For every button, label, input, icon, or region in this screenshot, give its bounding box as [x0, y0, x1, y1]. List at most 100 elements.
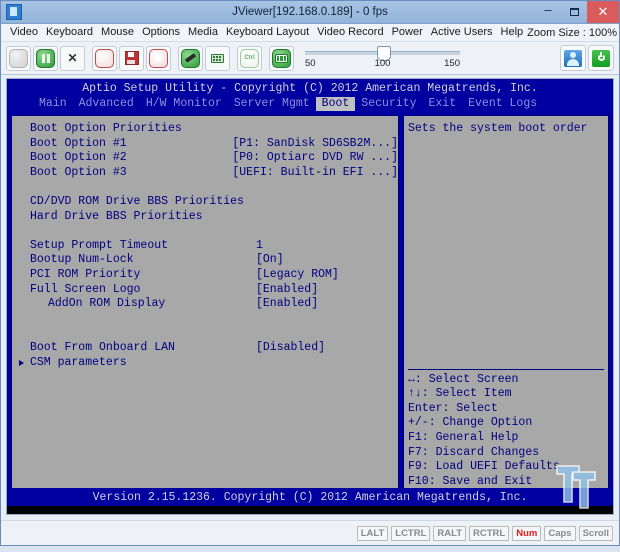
boot-option-3-label: Boot Option #3: [30, 165, 127, 179]
menu-keyboard-label: Keyboard: [45, 26, 94, 38]
cd-dvd-bbs-priorities[interactable]: CD/DVD ROM Drive BBS Priorities: [12, 195, 398, 210]
bootup-num-lock-value: [On]: [256, 253, 284, 267]
menu-help[interactable]: Help: [497, 24, 528, 41]
keyboard-button[interactable]: [205, 45, 230, 71]
legend-change-option: +/-: Change Option: [408, 416, 533, 430]
help-text: Sets the system boot order: [408, 122, 588, 135]
menu-media[interactable]: Media: [184, 24, 222, 41]
jviewer-window: JViewer[192.168.0.189] - 0 fps – ✕ Video…: [0, 0, 620, 546]
floppy-disk-icon: [124, 51, 139, 65]
addon-rom-display-value: [Enabled]: [256, 297, 319, 311]
stop-record-button[interactable]: [92, 45, 117, 71]
menu-keyboard-layout-label: Keyboard Layout: [225, 26, 310, 38]
record-icon: [149, 48, 168, 68]
section-title-label: Boot Option Priorities: [30, 122, 182, 135]
tab-boot[interactable]: Boot: [315, 97, 356, 111]
setup-prompt-timeout-value: 1: [256, 238, 263, 252]
full-screen-logo-value: [Enabled]: [256, 282, 319, 296]
menu-options[interactable]: Options: [138, 24, 184, 41]
window-controls: – ✕: [535, 1, 619, 23]
bootup-num-lock-label: Bootup Num-Lock: [30, 253, 134, 267]
fullscreen-button[interactable]: ✕: [60, 45, 85, 71]
pen-icon: [181, 48, 200, 68]
power-button[interactable]: [588, 45, 614, 71]
addon-rom-display[interactable]: AddOn ROM Display [Enabled]: [12, 297, 398, 312]
maximize-icon: [569, 8, 579, 16]
power-icon: [592, 49, 610, 67]
status-lctrl[interactable]: LCTRL: [391, 525, 431, 541]
bootup-num-lock[interactable]: Bootup Num-Lock [On]: [12, 253, 398, 268]
boot-option-3-value: [UEFI: Built-in EFI ...]: [232, 165, 398, 179]
status-scroll[interactable]: Scroll: [578, 525, 613, 541]
status-caps[interactable]: Caps: [544, 525, 576, 541]
minimize-button[interactable]: –: [535, 1, 561, 23]
status-num[interactable]: Num: [512, 525, 542, 541]
menu-active-users-label: Active Users: [430, 26, 493, 38]
pci-rom-priority[interactable]: PCI ROM Priority [Legacy ROM]: [12, 268, 398, 283]
maximize-button[interactable]: [561, 1, 587, 23]
virtual-keyboard-button[interactable]: [269, 45, 294, 71]
menu-video[interactable]: Video: [6, 24, 42, 41]
csm-parameters[interactable]: CSM parameters: [12, 356, 398, 371]
menu-active-users[interactable]: Active Users: [427, 24, 497, 41]
status-lalt[interactable]: LALT: [356, 525, 389, 541]
save-button[interactable]: [119, 45, 144, 71]
fullscreen-icon: ✕: [67, 51, 78, 65]
bios-title: Aptio Setup Utility - Copyright (C) 2012…: [82, 82, 538, 95]
pen-button[interactable]: [178, 45, 203, 71]
ctrl-alt-del-icon: Ctrl: [240, 48, 259, 68]
hard-drive-bbs-priorities[interactable]: Hard Drive BBS Priorities: [12, 210, 398, 225]
tab-security[interactable]: Security: [355, 97, 422, 111]
legend-load-defaults: F9: Load UEFI Defaults: [408, 460, 560, 474]
key-legend: ↔: Select Screen ↑↓: Select Item Enter: …: [408, 368, 604, 504]
setup-prompt-timeout[interactable]: Setup Prompt Timeout 1: [12, 239, 398, 254]
menu-video-record-label: Video Record: [317, 26, 384, 38]
boot-option-2-value: [P0: Optiarc DVD RW ...]: [232, 151, 398, 165]
boot-option-1[interactable]: Boot Option #1 [P1: SanDisk SD6SB2M...]: [12, 137, 398, 152]
pause-button[interactable]: [33, 45, 58, 71]
boot-from-onboard-lan[interactable]: Boot From Onboard LAN [Disabled]: [12, 341, 398, 356]
status-bar: LALT LCTRL RALT RCTRL Num Caps Scroll: [1, 520, 619, 545]
menu-power-label: Power: [391, 26, 423, 38]
legend-discard-changes: F7: Discard Changes: [408, 445, 540, 459]
bios-footer: Version 2.15.1236. Copyright (C) 2012 Am…: [7, 488, 613, 514]
bios-panes: Boot Option Priorities Boot Option #1 [P…: [11, 115, 609, 509]
legend-general-help: F1: General Help: [408, 431, 519, 445]
legend-divider: [408, 368, 604, 370]
boot-option-2[interactable]: Boot Option #2 [P0: Optiarc DVD RW ...]: [12, 151, 398, 166]
footer-black-bar: [7, 506, 613, 514]
tab-exit[interactable]: Exit: [423, 97, 463, 111]
hard-drive-bbs-label: Hard Drive BBS Priorities: [30, 209, 203, 223]
boot-option-3[interactable]: Boot Option #3 [UEFI: Built-in EFI ...]: [12, 166, 398, 181]
title-bar: JViewer[192.168.0.189] - 0 fps – ✕: [1, 1, 619, 24]
status-ralt[interactable]: RALT: [433, 525, 467, 541]
zoom-slider[interactable]: 50 100 150: [305, 43, 460, 73]
legend-select-item: ↑↓: Select Item: [408, 387, 512, 401]
menu-keyboard[interactable]: Keyboard: [42, 24, 97, 41]
addon-rom-display-label: AddOn ROM Display: [48, 297, 166, 311]
menu-options-label: Options: [142, 26, 180, 38]
ctrl-alt-del-button[interactable]: Ctrl: [237, 45, 262, 71]
menu-media-label: Media: [187, 26, 218, 38]
tab-main[interactable]: Main: [33, 97, 73, 111]
tab-advanced[interactable]: Advanced: [73, 97, 140, 111]
tab-server-mgmt[interactable]: Server Mgmt: [228, 97, 316, 111]
tab-hw-monitor[interactable]: H/W Monitor: [140, 97, 228, 111]
menu-power[interactable]: Power: [388, 24, 427, 41]
slider-labels: 50 100 150: [305, 58, 460, 70]
full-screen-logo-label: Full Screen Logo: [30, 282, 141, 296]
menu-keyboard-layout[interactable]: Keyboard Layout: [222, 24, 313, 41]
play-button[interactable]: [6, 45, 31, 71]
record-button[interactable]: [146, 45, 171, 71]
tab-event-logs[interactable]: Event Logs: [462, 97, 543, 111]
close-button[interactable]: ✕: [587, 1, 619, 23]
active-users-button[interactable]: [560, 45, 586, 71]
status-rctrl[interactable]: RCTRL: [469, 525, 510, 541]
bios-help-pane: Sets the system boot order ↔: Select Scr…: [403, 115, 609, 509]
menu-video-record[interactable]: Video Record: [313, 24, 387, 41]
full-screen-logo[interactable]: Full Screen Logo [Enabled]: [12, 283, 398, 298]
window-title: JViewer[192.168.0.189] - 0 fps: [232, 6, 388, 18]
slider-min-label: 50: [305, 58, 316, 69]
menu-mouse[interactable]: Mouse: [97, 24, 138, 41]
